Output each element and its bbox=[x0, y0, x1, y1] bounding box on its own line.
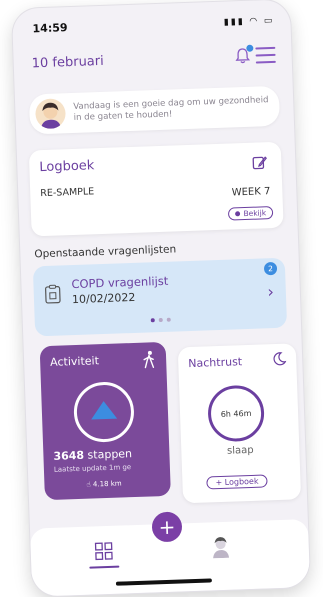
add-logbook-button[interactable]: + Logboek bbox=[206, 474, 268, 490]
tip-text: Vandaag is een goeie dag om uw gezondhei… bbox=[73, 95, 269, 123]
clipboard-icon bbox=[45, 284, 61, 304]
sleep-label: slaap bbox=[226, 444, 254, 457]
bottom-nav: + bbox=[29, 511, 311, 597]
steps-value: 3648 bbox=[53, 448, 85, 463]
dashboard-grid-icon[interactable] bbox=[94, 542, 113, 561]
header-icons bbox=[233, 44, 276, 66]
chevron-right-icon[interactable]: › bbox=[267, 282, 274, 301]
distance: ☝ 4.18 km bbox=[86, 479, 122, 489]
avatar bbox=[34, 98, 67, 130]
home-indicator bbox=[115, 578, 212, 586]
logbook-week: WEEK 7 bbox=[231, 186, 271, 199]
activity-ring bbox=[72, 381, 135, 444]
moon-icon bbox=[273, 352, 287, 366]
night-rest-card[interactable]: Nachtrust 6h 46m slaap + Logboek bbox=[177, 343, 302, 504]
questionnaire-title: COPD vragenlijst bbox=[71, 273, 169, 292]
status-icons: ▮▮▮ ◠ ▭ bbox=[223, 15, 275, 28]
header-date: 10 februari bbox=[31, 53, 104, 71]
last-update: Laatste update 1m ge bbox=[53, 463, 132, 474]
triangle-icon bbox=[90, 400, 118, 420]
menu-icon[interactable] bbox=[255, 46, 276, 64]
activity-card[interactable]: Activiteit 3648 stappen Laatste update 1… bbox=[39, 341, 171, 501]
view-logbook-button[interactable]: Bekijk bbox=[228, 206, 274, 221]
app-header: 10 februari bbox=[31, 44, 276, 73]
distance-value: 4.18 km bbox=[92, 479, 122, 489]
steps-count: 3648 stappen bbox=[53, 447, 132, 463]
carousel-dots bbox=[150, 317, 171, 323]
questionnaire-date: 10/02/2022 bbox=[71, 290, 136, 307]
questionnaires-section-title: Openstaande vragenlijsten bbox=[34, 243, 177, 261]
profile-icon[interactable] bbox=[210, 536, 231, 559]
sleep-duration: 6h 46m bbox=[220, 408, 252, 419]
sleep-ring: 6h 46m bbox=[207, 384, 266, 443]
edit-icon[interactable] bbox=[251, 154, 268, 171]
active-tab-indicator bbox=[89, 565, 120, 569]
status-bar: 14:59 ▮▮▮ ◠ ▭ bbox=[32, 14, 274, 35]
tip-banner: Vandaag is een goeie dag om uw gezondhei… bbox=[28, 85, 281, 135]
phone-frame: 14:59 ▮▮▮ ◠ ▭ 10 februari Vandaag is een… bbox=[11, 0, 311, 597]
logbook-card[interactable]: Logboek RE-SAMPLE WEEK 7 Bekijk bbox=[28, 141, 284, 237]
questionnaire-count-badge: 2 bbox=[263, 261, 278, 276]
bell-icon[interactable] bbox=[233, 44, 254, 66]
logbook-sample: RE-SAMPLE bbox=[40, 186, 95, 200]
questionnaire-card[interactable]: 2 COPD vragenlijst 10/02/2022 › bbox=[32, 257, 288, 337]
steps-unit: stappen bbox=[87, 447, 133, 462]
activity-title: Activiteit bbox=[49, 354, 100, 369]
notification-badge bbox=[246, 44, 254, 52]
view-logbook-label: Bekijk bbox=[243, 208, 267, 219]
night-title: Nachtrust bbox=[188, 355, 243, 371]
add-button[interactable]: + bbox=[151, 511, 183, 543]
logbook-title: Logboek bbox=[39, 158, 95, 176]
status-time: 14:59 bbox=[32, 21, 68, 36]
walking-icon bbox=[143, 350, 155, 369]
